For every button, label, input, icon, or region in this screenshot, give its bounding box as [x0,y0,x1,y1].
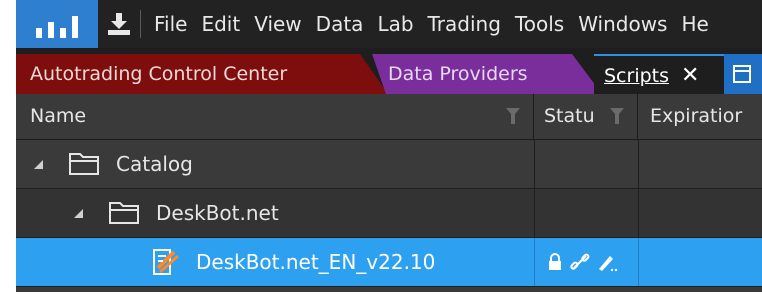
menu-view[interactable]: View [247,12,308,36]
menu-file[interactable]: File [147,12,194,36]
lock-icon [549,253,561,270]
save-button[interactable] [98,0,140,48]
tree-row-script[interactable]: DeskBot.net_EN_v22.10 [16,238,762,287]
edit-icon [599,256,618,272]
tab-label: Data Providers [388,63,528,85]
cell-divider [534,189,535,237]
column-label: Name [30,105,87,127]
tree-row-empty [16,287,762,292]
link-icon [570,253,590,270]
menu-trading[interactable]: Trading [421,12,508,36]
menu-tools[interactable]: Tools [508,12,571,36]
tab-label: Scripts [604,65,670,87]
expand-arrow-icon[interactable] [74,209,83,218]
menu-bar: File Edit View Data Lab Trading Tools Wi… [16,0,762,48]
grid-header: Name Statu Expiratior [16,94,762,140]
filter-icon[interactable] [610,108,624,124]
cell-divider [638,140,639,188]
tab-label: Autotrading Control Center [30,63,288,85]
tab-data-providers[interactable]: Data Providers [372,54,602,94]
status-icons [546,252,618,272]
tab-autotrading-control-center[interactable]: Autotrading Control Center [16,54,388,94]
cell-divider [534,140,535,188]
column-status[interactable]: Statu [534,94,638,139]
script-icon [153,249,179,275]
close-icon[interactable]: ✕ [681,63,699,88]
app-window: File Edit View Data Lab Trading Tools Wi… [16,0,762,292]
download-tray-icon [108,13,130,35]
tree-row-label: Catalog [116,152,193,176]
expand-arrow-icon[interactable] [34,160,43,169]
cell-divider [638,189,639,237]
column-label: Expiratior [650,105,743,127]
column-expiration[interactable]: Expiratior [638,94,762,139]
menu-data[interactable]: Data [309,12,371,36]
tree-row-catalog[interactable]: Catalog [16,140,762,189]
tree-row-label: DeskBot.net [156,201,279,225]
column-label: Statu [544,105,595,127]
app-logo[interactable] [16,0,98,48]
menu-separator [140,10,141,38]
filter-icon[interactable] [506,108,520,124]
menu-help[interactable]: He [674,12,715,36]
tab-strip: Autotrading Control Center Data Provider… [16,48,762,94]
folder-open-icon [69,153,99,175]
folder-open-icon [109,202,139,224]
cell-divider [638,238,639,286]
window-icon [733,65,751,83]
cell-divider [534,238,535,286]
menu-lab[interactable]: Lab [370,12,420,36]
column-name[interactable]: Name [16,94,534,139]
tab-window[interactable] [724,54,762,94]
tree-row-deskbot[interactable]: DeskBot.net [16,189,762,238]
menu-windows[interactable]: Windows [571,12,674,36]
tree-row-label: DeskBot.net_EN_v22.10 [196,250,436,274]
menu-edit[interactable]: Edit [194,12,247,36]
tab-scripts[interactable]: Scripts ✕ [594,54,724,94]
